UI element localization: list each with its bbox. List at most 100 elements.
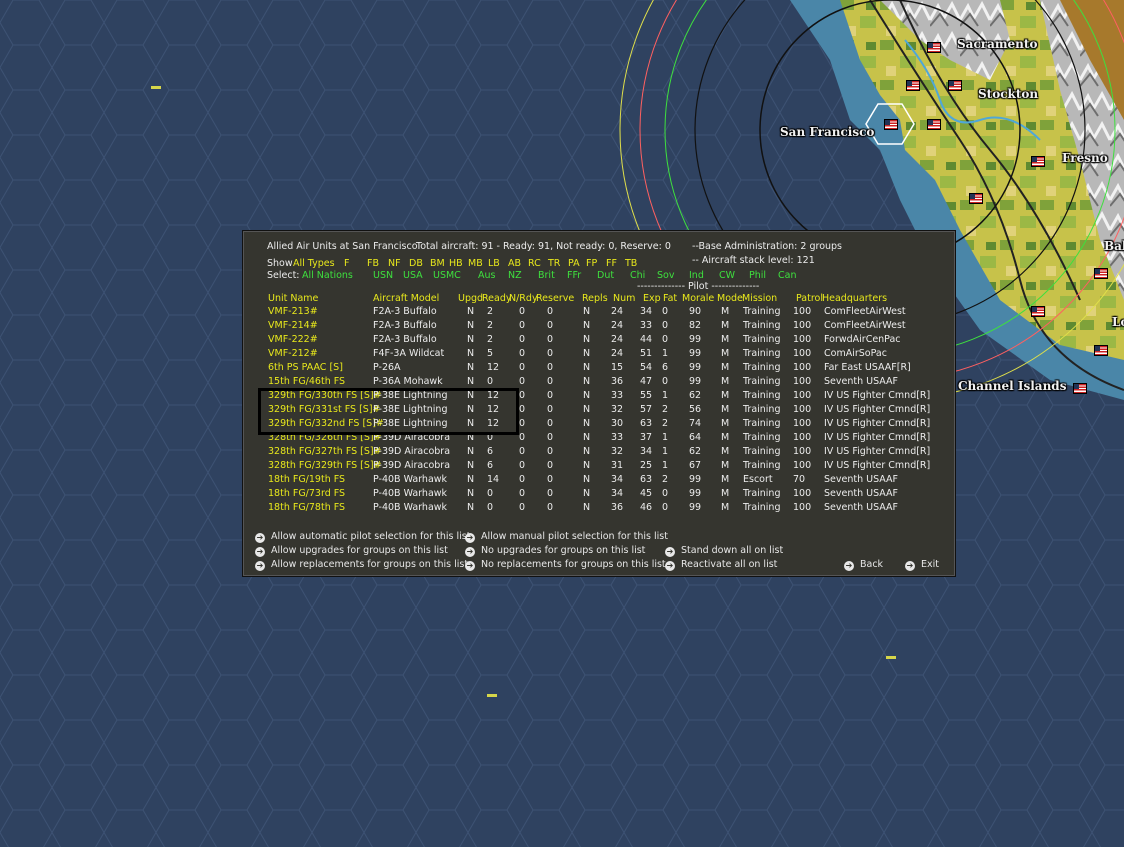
table-cell: 63 <box>640 474 653 485</box>
manual-pilot-option[interactable]: ➔ Allow manual pilot selection for this l… <box>465 531 668 543</box>
nation-filter-item[interactable]: USN <box>373 270 393 282</box>
select-label: Select: <box>267 270 300 281</box>
column-header[interactable]: Repls <box>582 293 608 305</box>
show-filter-item[interactable]: MB <box>468 258 483 270</box>
no-upgrades-option[interactable]: ➔ No upgrades for groups on this list <box>465 545 645 557</box>
show-filter-item[interactable]: FB <box>367 258 379 270</box>
table-cell: F2A-3 Buffalo <box>373 334 437 345</box>
table-cell: N <box>583 418 591 429</box>
column-header[interactable]: N/Rdy <box>509 293 538 305</box>
column-header[interactable]: Mission <box>742 293 777 305</box>
exit-button[interactable]: ➔ Exit <box>905 559 939 571</box>
column-header[interactable]: Unit Name <box>268 293 318 305</box>
us-flag-icon[interactable] <box>969 193 983 204</box>
column-header[interactable]: Headquarters <box>822 293 887 305</box>
column-header[interactable]: Fat <box>663 293 677 305</box>
allow-replacements-option[interactable]: ➔ Allow replacements for groups on this l… <box>255 559 468 571</box>
column-header[interactable]: Upgd <box>458 293 483 305</box>
us-flag-icon[interactable] <box>884 119 898 130</box>
unit-name-link[interactable]: 15th FG/46th FS <box>268 375 345 389</box>
nation-filter-item[interactable]: Dut <box>597 270 614 282</box>
air-units-panel: Allied Air Units at San Francisco Total … <box>242 230 956 577</box>
table-cell: M <box>721 474 730 485</box>
back-button[interactable]: ➔ Back <box>844 559 883 571</box>
show-filter-item[interactable]: BM <box>430 258 445 270</box>
nation-filter-item[interactable]: USMC <box>433 270 461 282</box>
table-cell: 0 <box>662 320 669 331</box>
show-filter-item[interactable]: NF <box>388 258 401 270</box>
column-header[interactable]: Aircraft Model <box>373 293 439 305</box>
unit-name-link[interactable]: 18th FG/78th FS <box>268 501 345 515</box>
show-filter-item[interactable]: LB <box>488 258 500 270</box>
unit-name-link[interactable]: 6th PS PAAC [S] <box>268 361 343 375</box>
table-cell: 70 <box>793 474 806 485</box>
show-filter-item[interactable]: HB <box>449 258 463 270</box>
show-filter-item[interactable]: TB <box>625 258 637 270</box>
allow-upgrades-option[interactable]: ➔ Allow upgrades for groups on this list <box>255 545 448 557</box>
column-header[interactable]: Num <box>613 293 635 305</box>
nation-filter-item[interactable]: All Nations <box>302 270 353 282</box>
table-cell: 0 <box>547 306 554 317</box>
table-cell: 0 <box>662 376 669 387</box>
us-flag-icon[interactable] <box>927 42 941 53</box>
show-filter-item[interactable]: FP <box>586 258 597 270</box>
show-filter-item[interactable]: FF <box>606 258 617 270</box>
nation-filter-item[interactable]: NZ <box>508 270 522 282</box>
us-flag-icon[interactable] <box>1094 268 1108 279</box>
unit-name-link[interactable]: VMF-214# <box>268 319 318 333</box>
table-cell: 0 <box>547 446 554 457</box>
show-filter-item[interactable]: DB <box>409 258 423 270</box>
table-cell: 1 <box>662 348 669 359</box>
table-cell: N <box>583 362 591 373</box>
selection-highlight-box <box>258 388 519 435</box>
show-filter-item[interactable]: RC <box>528 258 541 270</box>
nation-filter-item[interactable]: Can <box>778 270 796 282</box>
table-cell: M <box>721 348 730 359</box>
column-header[interactable]: Reserve <box>536 293 574 305</box>
show-filter-item[interactable]: TR <box>548 258 560 270</box>
nation-filter-item[interactable]: Aus <box>478 270 495 282</box>
table-cell: 6 <box>662 362 669 373</box>
unit-name-link[interactable]: 328th FG/329th FS [S]# <box>268 459 382 473</box>
nation-filter-item[interactable]: FFr <box>567 270 581 282</box>
unit-name-link[interactable]: 328th FG/327th FS [S]# <box>268 445 382 459</box>
us-flag-icon[interactable] <box>1073 383 1087 394</box>
table-cell: ComFleetAirWest <box>824 306 906 317</box>
us-flag-icon[interactable] <box>906 80 920 91</box>
table-cell: N <box>583 306 591 317</box>
no-replacements-option[interactable]: ➔ No replacements for groups on this list <box>465 559 666 571</box>
us-flag-icon[interactable] <box>1031 306 1045 317</box>
us-flag-icon[interactable] <box>948 80 962 91</box>
auto-pilot-option[interactable]: ➔ Allow automatic pilot selection for thi… <box>255 531 470 543</box>
column-header[interactable]: Patrol <box>796 293 823 305</box>
unit-name-link[interactable]: VMF-213# <box>268 305 318 319</box>
table-cell: 0 <box>519 390 526 401</box>
us-flag-icon[interactable] <box>1094 345 1108 356</box>
table-cell: 100 <box>793 460 812 471</box>
column-header[interactable]: Exp <box>643 293 661 305</box>
unit-name-link[interactable]: 18th FG/73rd FS <box>268 487 345 501</box>
show-filter-item[interactable]: PA <box>568 258 580 270</box>
table-cell: 100 <box>793 418 812 429</box>
us-flag-icon[interactable] <box>1031 156 1045 167</box>
table-cell: M <box>721 446 730 457</box>
show-filter-item[interactable]: All Types <box>293 258 335 270</box>
unit-name-link[interactable]: 18th FG/19th FS <box>268 473 345 487</box>
us-flag-icon[interactable] <box>927 119 941 130</box>
table-cell: 100 <box>793 488 812 499</box>
show-filter-item[interactable]: AB <box>508 258 521 270</box>
column-header[interactable]: Morale <box>682 293 714 305</box>
column-header[interactable]: Ready <box>482 293 512 305</box>
nation-filter-item[interactable]: Brit <box>538 270 555 282</box>
table-cell: N <box>583 390 591 401</box>
show-filter-item[interactable]: F <box>344 258 349 270</box>
column-header[interactable]: Mode <box>717 293 743 305</box>
stand-down-option[interactable]: ➔ Stand down all on list <box>665 545 783 557</box>
table-cell: ComAirSoPac <box>824 348 887 359</box>
table-cell: 1 <box>662 432 669 443</box>
unit-name-link[interactable]: VMF-222# <box>268 333 318 347</box>
table-cell: N <box>583 376 591 387</box>
unit-name-link[interactable]: VMF-212# <box>268 347 318 361</box>
nation-filter-item[interactable]: USA <box>403 270 423 282</box>
reactivate-option[interactable]: ➔ Reactivate all on list <box>665 559 777 571</box>
